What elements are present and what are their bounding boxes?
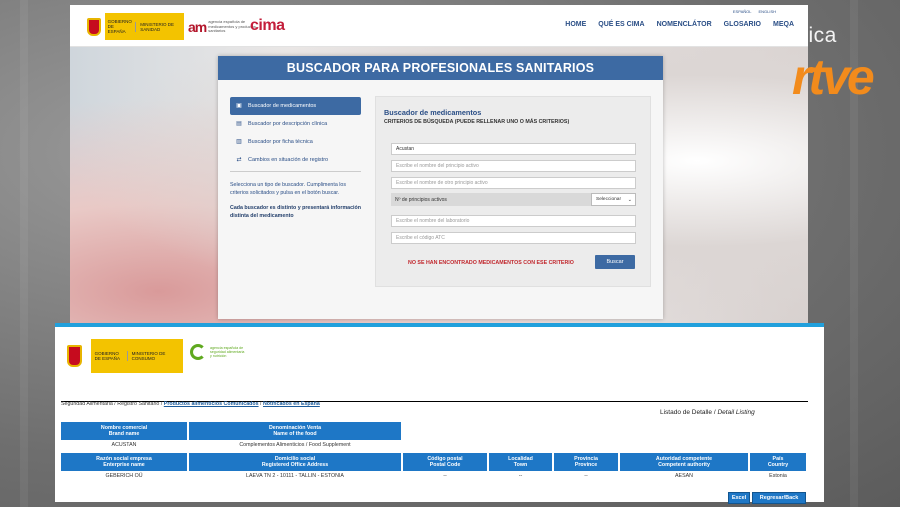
- listado-title: Listado de Detalle / Detail Listing: [660, 409, 755, 416]
- header-razon-social: Razón social empresa Enterprise name: [61, 453, 187, 471]
- coat-of-arms-icon: [84, 13, 105, 40]
- header-codigo-postal: Código postal Postal Code: [403, 453, 487, 471]
- table-row: ACUSTAN Complementos Alimenticios / Food…: [61, 440, 401, 450]
- principios-count-row: Nº de principios activos Seleccionar ⌄: [391, 193, 636, 206]
- exchange-icon: ⇄: [236, 157, 242, 163]
- aesan-circle-icon: [190, 344, 206, 360]
- header-localidad: Localidad Town: [489, 453, 552, 471]
- nav-home[interactable]: HOME: [565, 21, 586, 28]
- lang-es-link[interactable]: ESPAÑOL: [733, 9, 751, 14]
- panel-title: BUSCADOR PARA PROFESIONALES SANITARIOS: [218, 56, 663, 80]
- table-row: GEBERICH OÜ LAEVA TN 2 - 10111 - TALLIN …: [61, 471, 806, 481]
- header-denominacion-venta: Denominación Venta Name of the food: [189, 422, 401, 440]
- aesan-logo[interactable]: agencia española de seguridad alimentari…: [190, 344, 246, 360]
- ministerio-label: MINISTERIO DE CONSUMO: [126, 351, 183, 361]
- table-cell: AESAN: [675, 473, 693, 479]
- chevron-down-icon: ⌄: [627, 196, 632, 203]
- nav-glosario[interactable]: GLOSARIO: [724, 21, 761, 28]
- menu-item-0[interactable]: ▣ Buscador de medicamentos: [230, 97, 361, 115]
- excel-button[interactable]: Excel: [728, 492, 750, 504]
- principios-count-label: Nº de principios activos: [395, 196, 447, 203]
- header-provincia: Provincia Province: [554, 453, 618, 471]
- form-subtitle: CRITERIOS DE BÚSQUEDA (PUEDE RELLENAR UN…: [384, 119, 570, 125]
- aesan-screenshot: GOBIERNO DE ESPAÑA MINISTERIO DE CONSUMO…: [55, 323, 824, 504]
- principios-count-select[interactable]: Seleccionar ⌄: [591, 193, 636, 206]
- breadcrumb-link[interactable]: Productos alimenticios Comunicados: [164, 401, 259, 407]
- table-cell: --: [518, 473, 523, 479]
- menu-item-1[interactable]: ▤ Buscador por descripción clínica: [230, 115, 361, 133]
- header-domicilio-social: Domicilio social Registered Office Addres…: [189, 453, 401, 471]
- table-cell: GEBERICH OÜ: [105, 473, 143, 479]
- breadcrumb: Seguridad Alimentaria / Registro Sanitar…: [61, 401, 320, 407]
- menu-item-label: Cambios en situación de registro: [248, 157, 329, 163]
- enterprise-table: Razón social empresa Enterprise name Domi…: [59, 453, 808, 481]
- breadcrumb-item[interactable]: Seguridad Alimentaria: [61, 401, 113, 407]
- gobierno-label: GOBIERNO DE ESPAÑA: [94, 351, 121, 361]
- form-title: Buscador de medicamentos: [384, 108, 482, 117]
- gobierno-logo[interactable]: GOBIERNO DE ESPAÑA MINISTERIO DE SANIDAD: [84, 13, 184, 40]
- table-cell: --: [584, 473, 588, 479]
- search-panel: BUSCADOR PARA PROFESIONALES SANITARIOS ▣…: [218, 56, 663, 319]
- lang-en-link[interactable]: ENGLISH: [758, 9, 776, 14]
- top-nav: HOME QUÉ ES CIMA NOMENCLÁTOR GLOSARIO ME…: [565, 21, 794, 28]
- menu-item-label: Buscador de medicamentos: [248, 103, 317, 109]
- nav-nomenclator[interactable]: NOMENCLÁTOR: [657, 21, 712, 28]
- menu-item-2[interactable]: ▥ Buscador por ficha técnica: [230, 133, 361, 151]
- listado-en: Detail Listing: [717, 409, 755, 416]
- header-pais: País Country: [750, 453, 806, 471]
- cima-header: GOBIERNO DE ESPAÑA MINISTERIO DE SANIDAD…: [70, 5, 808, 47]
- menu-help-text: Selecciona un tipo de buscador. Cumplime…: [230, 182, 347, 196]
- gobierno-label: GOBIERNO DE ESPAÑA: [107, 19, 132, 34]
- ministerio-label: MINISTERIO DE SANIDAD: [135, 21, 184, 32]
- breadcrumb-item[interactable]: Registro Sanitario: [117, 401, 159, 407]
- no-results-message: NO SE HAN ENCONTRADO MEDICAMENTOS CON ES…: [408, 260, 574, 266]
- gobierno-logo[interactable]: GOBIERNO DE ESPAÑA MINISTERIO DE CONSUMO: [59, 339, 183, 373]
- product-table: Nombre comercial Brand name Denominación …: [59, 422, 403, 450]
- table-cell: --: [443, 473, 447, 479]
- nav-que-es-cima[interactable]: QUÉ ES CIMA: [598, 21, 644, 28]
- otro-principio-input[interactable]: Escribe el nombre de otro principio acti…: [391, 177, 636, 189]
- camera-icon: ▣: [236, 103, 242, 109]
- cima-screenshot: GOBIERNO DE ESPAÑA MINISTERIO DE SANIDAD…: [70, 5, 808, 335]
- header-autoridad: Autoridad competente Competent authority: [620, 453, 748, 471]
- search-type-menu: ▣ Buscador de medicamentos ▤ Buscador por d…: [230, 97, 361, 220]
- medicine-name-input[interactable]: Acustan: [391, 143, 636, 155]
- laboratorio-input[interactable]: Escribe el nombre del laboratorio: [391, 215, 636, 227]
- menu-help-bold: Cada buscador es distinto y presentará i…: [230, 205, 361, 219]
- atc-input[interactable]: Escribe el código ATC: [391, 232, 636, 244]
- header-nombre-comercial: Nombre comercial Brand name: [61, 422, 187, 440]
- table-cell: Complementos Alimenticios / Food Supplem…: [239, 442, 351, 448]
- cima-logo[interactable]: cima: [250, 17, 285, 35]
- menu-item-label: Buscador por ficha técnica: [248, 139, 313, 145]
- select-value: Seleccionar: [596, 197, 622, 202]
- search-form: Buscador de medicamentos CRITERIOS DE BÚ…: [375, 96, 651, 287]
- menu-item-3[interactable]: ⇄ Cambios en situación de registro: [230, 151, 361, 169]
- document-icon: ▤: [236, 121, 242, 127]
- table-cell: Estonia: [769, 473, 787, 479]
- aemps-logo[interactable]: am agencia española de medicamentos y pr…: [188, 19, 256, 35]
- background-stripe: [20, 0, 28, 507]
- divider: [230, 171, 361, 172]
- breadcrumb-link[interactable]: Notificados en España: [263, 401, 320, 407]
- table-cell: ACUSTAN: [111, 442, 137, 448]
- buscar-button[interactable]: Buscar: [595, 255, 635, 269]
- file-icon: ▥: [236, 139, 242, 145]
- principio-activo-input[interactable]: Escribe el nombre del principio activo: [391, 160, 636, 172]
- listado-es: Listado de Detalle: [660, 409, 713, 416]
- language-switcher: ESPAÑOL ENGLISH: [727, 9, 776, 14]
- back-button[interactable]: Regresar/Back: [752, 492, 806, 504]
- aemps-mark: am: [188, 19, 207, 35]
- rtve-logo: rtve: [792, 49, 875, 105]
- aesan-label: agencia española de seguridad alimentari…: [210, 346, 245, 358]
- menu-item-label: Buscador por descripción clínica: [248, 121, 328, 127]
- table-cell: LAEVA TN 2 - 10111 - TALLIN - ESTONIA: [246, 473, 344, 479]
- coat-of-arms-icon: [59, 339, 91, 373]
- verifica-watermark: Verifica: [764, 24, 837, 47]
